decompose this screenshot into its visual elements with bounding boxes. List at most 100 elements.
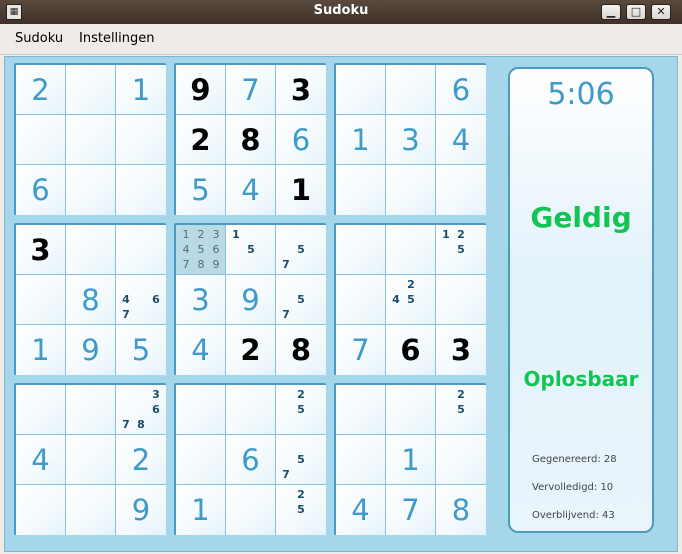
sudoku-cell[interactable]: 4: [226, 165, 276, 215]
sudoku-cell[interactable]: [336, 435, 386, 485]
sudoku-cell[interactable]: 9: [66, 325, 116, 375]
sudoku-cell[interactable]: [66, 435, 116, 485]
sudoku-cell[interactable]: 3: [176, 275, 226, 325]
cell-value: 8: [451, 493, 471, 527]
cell-value: 1: [31, 333, 50, 367]
sudoku-cell[interactable]: 5: [176, 165, 226, 215]
sudoku-cell[interactable]: [16, 275, 66, 325]
sudoku-cell[interactable]: 9: [226, 275, 276, 325]
sudoku-cell[interactable]: [336, 165, 386, 215]
sudoku-cell[interactable]: 1: [116, 65, 166, 115]
sudoku-cell[interactable]: 25: [276, 485, 326, 535]
menu-sudoku[interactable]: Sudoku: [15, 31, 63, 46]
sudoku-cell[interactable]: 57: [276, 435, 326, 485]
sudoku-cell[interactable]: [436, 435, 486, 485]
sudoku-cell[interactable]: [66, 385, 116, 435]
sudoku-cell[interactable]: 7: [386, 485, 436, 535]
cell-value: 8: [290, 333, 312, 367]
sudoku-cell[interactable]: 3: [386, 115, 436, 165]
sudoku-cell[interactable]: [336, 65, 386, 115]
menu-instellingen[interactable]: Instellingen: [79, 31, 155, 46]
sudoku-cell[interactable]: 2: [176, 115, 226, 165]
sudoku-cell[interactable]: 4: [436, 115, 486, 165]
cell-value: 1: [351, 123, 370, 157]
minimize-button[interactable]: ▁: [601, 4, 621, 20]
sudoku-cell[interactable]: 6: [16, 165, 66, 215]
sudoku-cell[interactable]: [386, 165, 436, 215]
sudoku-cell[interactable]: 4: [336, 485, 386, 535]
sudoku-cell[interactable]: [66, 115, 116, 165]
sudoku-cell[interactable]: 1: [336, 115, 386, 165]
sudoku-cell[interactable]: [116, 115, 166, 165]
sudoku-cell[interactable]: [66, 65, 116, 115]
sudoku-cell[interactable]: [386, 385, 436, 435]
sudoku-cell[interactable]: 9: [116, 485, 166, 535]
sudoku-cell[interactable]: [386, 225, 436, 275]
sudoku-cell[interactable]: 6: [386, 325, 436, 375]
sudoku-cell[interactable]: 12 5: [436, 225, 486, 275]
sudoku-cell[interactable]: [436, 165, 486, 215]
sudoku-cell[interactable]: [386, 65, 436, 115]
sudoku-cell[interactable]: 15: [226, 225, 276, 275]
sudoku-cell[interactable]: [176, 385, 226, 435]
sudoku-cell[interactable]: [336, 275, 386, 325]
sudoku-cell[interactable]: [116, 165, 166, 215]
sudoku-cell[interactable]: [16, 385, 66, 435]
sudoku-cell[interactable]: 4 6 7: [116, 275, 166, 325]
maximize-button[interactable]: □: [626, 4, 646, 20]
sudoku-cell[interactable]: 2: [116, 435, 166, 485]
maximize-icon: □: [630, 5, 642, 18]
sudoku-cell[interactable]: 8: [66, 275, 116, 325]
sudoku-cell[interactable]: [66, 165, 116, 215]
sudoku-cell[interactable]: 5: [116, 325, 166, 375]
cell-value: 3: [290, 73, 312, 107]
sudoku-cell[interactable]: [16, 115, 66, 165]
sudoku-cell[interactable]: 1: [16, 325, 66, 375]
sudoku-cell[interactable]: 2: [226, 325, 276, 375]
sudoku-cell[interactable]: 8: [436, 485, 486, 535]
sudoku-cell[interactable]: 1: [386, 435, 436, 485]
sudoku-cell[interactable]: 3: [276, 65, 326, 115]
cell-value: 4: [451, 123, 471, 157]
sudoku-cell[interactable]: 6: [436, 65, 486, 115]
cell-value: 1: [131, 73, 151, 107]
sudoku-cell[interactable]: 1: [176, 485, 226, 535]
sudoku-window: ▦ Sudoku ▁ □ ✕ Sudoku Instellingen 21697…: [0, 0, 682, 554]
sudoku-cell[interactable]: 7: [336, 325, 386, 375]
sudoku-cell[interactable]: 6: [226, 435, 276, 485]
sudoku-cell[interactable]: 57: [276, 275, 326, 325]
sudoku-box: 3 6 78 4 2 9: [14, 383, 166, 535]
sudoku-cell[interactable]: 3: [436, 325, 486, 375]
sudoku-cell[interactable]: [116, 225, 166, 275]
sudoku-cell[interactable]: 2: [16, 65, 66, 115]
sudoku-cell[interactable]: [226, 485, 276, 535]
sudoku-cell[interactable]: [436, 275, 486, 325]
sudoku-cell[interactable]: 9: [176, 65, 226, 115]
pencil-note: 9: [212, 258, 220, 271]
sudoku-cell[interactable]: 25: [436, 385, 486, 435]
sudoku-cell[interactable]: 4: [16, 435, 66, 485]
status-panel: 5:06 Geldig Oplosbaar Gegenereerd: 28 Ve…: [508, 67, 654, 533]
sudoku-cell[interactable]: 8: [276, 325, 326, 375]
sudoku-cell[interactable]: 6: [276, 115, 326, 165]
sudoku-cell[interactable]: [66, 225, 116, 275]
sudoku-cell[interactable]: [176, 435, 226, 485]
sudoku-cell[interactable]: 25: [276, 385, 326, 435]
sudoku-cell[interactable]: [336, 385, 386, 435]
close-button[interactable]: ✕: [651, 4, 671, 20]
sudoku-cell[interactable]: 7: [226, 65, 276, 115]
sudoku-cell[interactable]: 3: [16, 225, 66, 275]
sudoku-cell[interactable]: [16, 485, 66, 535]
sudoku-cell[interactable]: 245: [386, 275, 436, 325]
sudoku-cell[interactable]: [336, 225, 386, 275]
sudoku-cell[interactable]: [66, 485, 116, 535]
sudoku-cell[interactable]: [226, 385, 276, 435]
sudoku-cell[interactable]: 8: [226, 115, 276, 165]
title-bar[interactable]: ▦ Sudoku ▁ □ ✕: [0, 0, 682, 24]
sudoku-cell[interactable]: 4: [176, 325, 226, 375]
pencil-note: 6: [152, 293, 160, 306]
sudoku-cell[interactable]: 1: [276, 165, 326, 215]
sudoku-cell[interactable]: 3 6 78: [116, 385, 166, 435]
sudoku-cell[interactable]: 123 456 789: [176, 225, 226, 275]
sudoku-cell[interactable]: 57: [276, 225, 326, 275]
